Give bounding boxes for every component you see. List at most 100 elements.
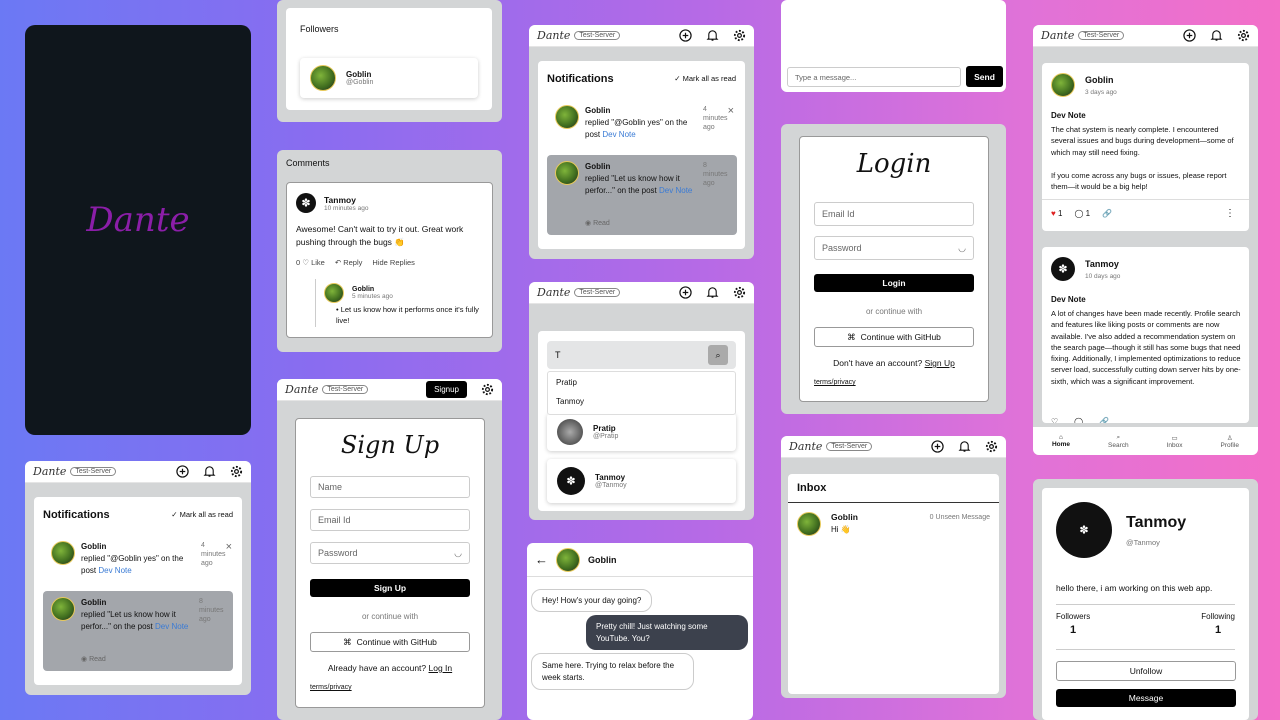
plus-icon[interactable] [931,440,944,453]
bell-icon[interactable] [706,286,719,299]
login-submit-button[interactable]: Login [814,274,974,292]
app-logo[interactable]: Dante [33,465,66,478]
suggestion-item[interactable]: Tanmoy [548,391,735,412]
message-input[interactable]: Type a message... [787,67,961,87]
github-button[interactable]: ⌘ Continue with GitHub [814,327,974,347]
server-badge: Test-Server [1078,31,1125,40]
back-arrow-icon[interactable]: ← [535,552,548,567]
plus-icon[interactable] [176,465,189,478]
mark-all-read-button[interactable]: ✓ Mark all as read [674,74,736,83]
profile-bio: hello there, i am working on this web ap… [1056,583,1213,593]
notification-link[interactable]: Dev Note [659,186,692,195]
reply-button[interactable]: ↶ Reply [335,258,363,267]
notification-link[interactable]: Dev Note [98,566,131,575]
comment-button[interactable]: ◯ 1 [1074,209,1090,218]
terms-link[interactable]: terms/privacy [814,379,856,386]
notification-user: Goblin [585,162,611,171]
close-icon[interactable]: × [728,103,734,120]
eye-icon[interactable]: ◡ [454,548,462,559]
name-input[interactable]: Name [310,476,470,498]
eye-icon[interactable]: ◡ [958,243,966,254]
search-query: T [555,350,561,360]
nav-search[interactable]: ⌕ Search [1108,434,1129,449]
gear-icon[interactable] [481,383,494,396]
app-logo[interactable]: Dante [537,286,570,299]
followers-stat[interactable]: Followers 1 [1056,612,1090,636]
gear-icon[interactable] [985,440,998,453]
read-label: Read [89,655,106,663]
notification-link[interactable]: Dev Note [602,130,635,139]
bell-icon[interactable] [203,465,216,478]
bottom-nav: ⌂ Home ⌕ Search ▭ Inbox ♙ Profile [1033,427,1258,455]
avatar [797,512,821,536]
search-result[interactable]: Pratip @Pratip [547,413,736,451]
search-icon: ⌕ [1116,433,1121,441]
gear-icon[interactable] [733,286,746,299]
search-input[interactable]: T ⌕ [547,341,736,369]
link-icon[interactable]: 🔗 [1102,209,1112,218]
nav-inbox[interactable]: ▭ Inbox [1167,434,1183,449]
bell-icon[interactable] [706,29,719,42]
unfollow-button[interactable]: Unfollow [1056,661,1236,681]
avatar [51,597,75,621]
app-logo[interactable]: Dante [789,440,822,453]
app-logo[interactable]: Dante [537,29,570,42]
search-icon[interactable]: ⌕ [708,345,728,365]
mark-all-read-button[interactable]: ✓ Mark all as read [171,510,233,519]
signup-link[interactable]: Sign Up [925,358,955,368]
bell-icon[interactable] [958,440,971,453]
gear-icon[interactable] [1237,29,1250,42]
email-input[interactable]: Email Id [310,509,470,531]
follower-item[interactable]: Goblin @Goblin [300,58,478,98]
comment-icon: ◯ [1074,209,1084,218]
like-count: 0 [296,258,301,267]
notification-item-read[interactable]: Goblin replied "Let us know how it perfor… [547,155,737,235]
following-stat[interactable]: Following 1 [1201,612,1235,636]
suggestion-item[interactable]: Pratip [548,372,735,391]
terms-link[interactable]: terms/privacy [310,684,352,691]
notification-item[interactable]: Goblin replied "@Goblin yes" on the post … [43,535,235,583]
gear-icon[interactable] [230,465,243,478]
heart-icon: ♥ [1051,209,1056,218]
notification-item-read[interactable]: Goblin replied "Let us know how it perfor… [43,591,233,671]
signup-nav-button[interactable]: Signup [426,381,467,398]
bell-icon[interactable] [1210,29,1223,42]
github-button[interactable]: ⌘ Continue with GitHub [310,632,470,652]
more-icon[interactable]: ⋮ [1225,208,1235,219]
password-input[interactable]: Password ◡ [814,236,974,260]
profile-screen: Tanmoy @Tanmoy hello there, i am working… [1033,479,1258,720]
notification-item[interactable]: Goblin replied "@Goblin yes" on the post … [547,99,737,147]
app-logo[interactable]: Dante [285,383,318,396]
plus-icon[interactable] [679,286,692,299]
like-label: Like [311,258,325,267]
link-icon[interactable]: 🔗 [1099,417,1109,423]
password-input[interactable]: Password ◡ [310,542,470,564]
heart-icon[interactable]: ♡ [1051,417,1058,423]
result-name: Tanmoy [595,473,626,482]
send-button[interactable]: Send [966,66,1003,87]
hide-replies-button[interactable]: Hide Replies [372,258,415,267]
message-button[interactable]: Message [1056,689,1236,707]
plus-icon[interactable] [679,29,692,42]
nav-profile[interactable]: ♙ Profile [1221,434,1239,449]
inbox-screen: Dante Test-Server Inbox Goblin Hi 👋 0 Uns… [781,436,1006,698]
like-button[interactable]: ♥ 1 [1051,209,1062,218]
email-input[interactable]: Email Id [814,202,974,226]
comment-icon[interactable]: ◯ [1074,417,1083,423]
close-icon[interactable]: × [226,539,232,556]
inbox-item[interactable]: Goblin Hi 👋 0 Unseen Message [797,512,990,536]
github-label: Continue with GitHub [860,332,941,342]
app-logo[interactable]: Dante [1041,29,1074,42]
following-count: 1 [1215,624,1222,636]
post-card: Goblin 3 days ago Dev Note The chat syste… [1042,63,1249,231]
profile-avatar [1056,502,1112,558]
login-link[interactable]: Log In [429,663,453,673]
like-button[interactable]: 0 ♡ Like [296,258,325,267]
notification-link[interactable]: Dev Note [155,622,188,631]
message-icon: ▭ [1171,434,1178,442]
search-result[interactable]: Tanmoy@Tanmoy [547,459,736,503]
plus-icon[interactable] [1183,29,1196,42]
gear-icon[interactable] [733,29,746,42]
signup-submit-button[interactable]: Sign Up [310,579,470,597]
nav-home[interactable]: ⌂ Home [1052,434,1070,448]
